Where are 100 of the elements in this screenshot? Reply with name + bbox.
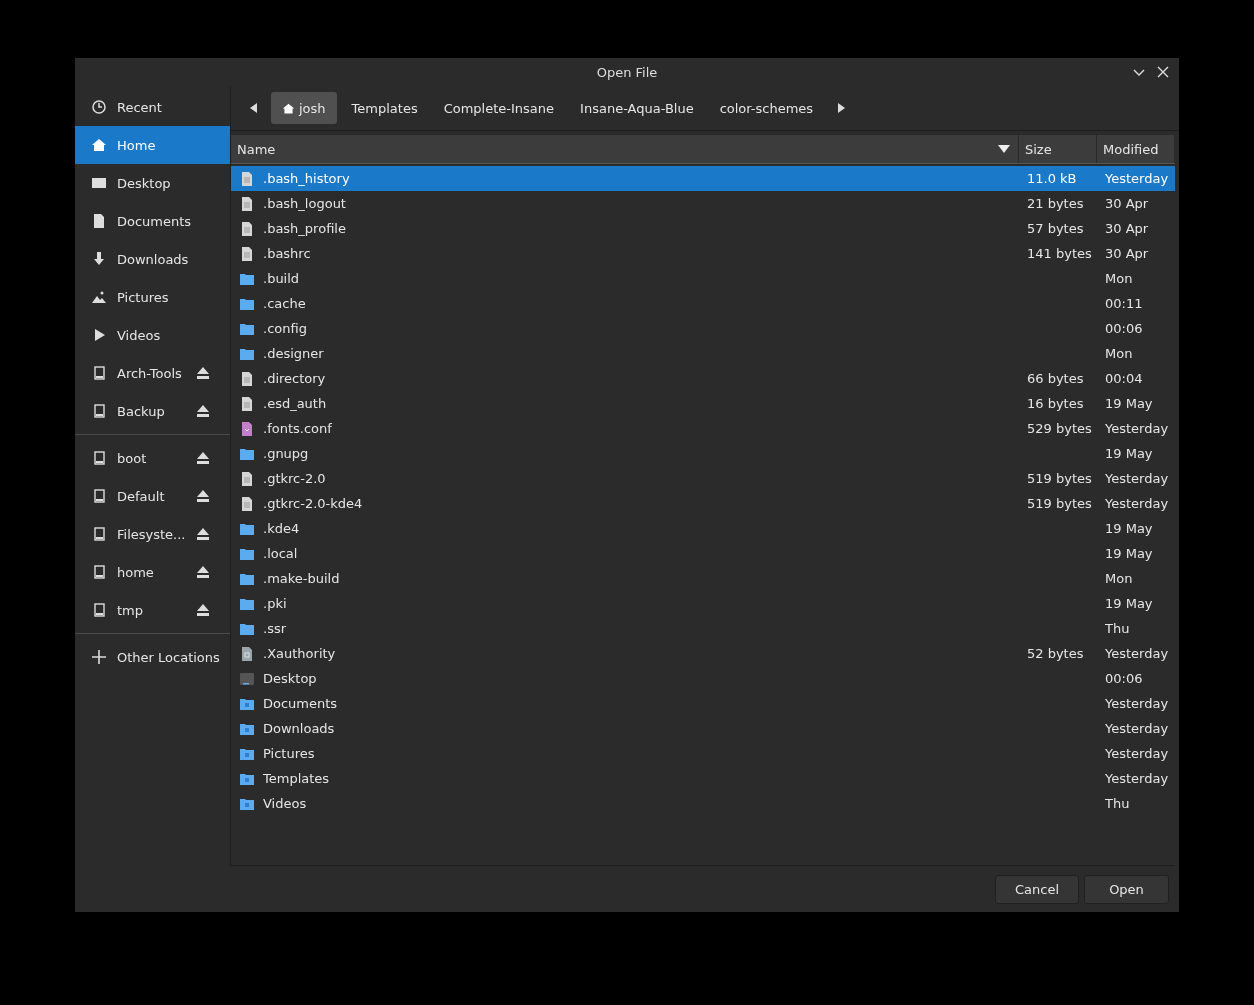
modified-date: Mon: [1104, 571, 1133, 586]
file-row[interactable]: .pki 19 May: [231, 591, 1175, 616]
eject-icon[interactable]: [196, 489, 210, 503]
path-crumb[interactable]: Complete-Insane: [432, 92, 566, 124]
sidebar-item[interactable]: tmp: [75, 591, 230, 629]
file-row[interactable]: .ssr Thu: [231, 616, 1175, 641]
file-size: 57 bytes: [1026, 221, 1084, 236]
close-icon[interactable]: [1155, 64, 1171, 80]
drive-icon: [91, 488, 107, 504]
file-row[interactable]: .bash_history 11.0 kB Yesterday: [231, 166, 1175, 191]
sidebar-item[interactable]: Backup: [75, 392, 230, 430]
modified-date: 30 Apr: [1104, 196, 1149, 211]
file-name: .fonts.conf: [263, 421, 332, 436]
modified-date: Thu: [1104, 796, 1130, 811]
file-name: .pki: [263, 596, 287, 611]
eject-icon[interactable]: [196, 366, 210, 380]
file-size: 519 bytes: [1026, 496, 1092, 511]
file-icon: [239, 245, 255, 262]
file-row[interactable]: .config 00:06: [231, 316, 1175, 341]
path-crumb[interactable]: color-schemes: [708, 92, 825, 124]
sidebar-item[interactable]: Desktop: [75, 164, 230, 202]
pictures-icon: [91, 289, 107, 305]
file-icon: [239, 495, 255, 512]
sort-arrow-icon: [998, 144, 1010, 154]
open-button[interactable]: Open: [1084, 874, 1169, 904]
modified-date: 19 May: [1104, 596, 1153, 611]
file-row[interactable]: .bash_profile 57 bytes 30 Apr: [231, 216, 1175, 241]
sidebar-item[interactable]: Videos: [75, 316, 230, 354]
sidebar-item[interactable]: Home: [75, 126, 230, 164]
eject-icon[interactable]: [196, 603, 210, 617]
file-row[interactable]: .Xauthority 52 bytes Yesterday: [231, 641, 1175, 666]
desktop-icon: [91, 175, 107, 191]
path-crumb[interactable]: Insane-Aqua-Blue: [569, 92, 705, 124]
sidebar-item[interactable]: Downloads: [75, 240, 230, 278]
document-icon: [91, 213, 107, 229]
file-name: Documents: [263, 696, 338, 711]
modified-date: 19 May: [1104, 521, 1153, 536]
file-row[interactable]: .gnupg 19 May: [231, 441, 1175, 466]
file-name: Templates: [263, 771, 330, 786]
modified-date: 00:06: [1104, 671, 1143, 686]
file-row[interactable]: .designer Mon: [231, 341, 1175, 366]
file-row[interactable]: .directory 66 bytes 00:04: [231, 366, 1175, 391]
path-crumb[interactable]: josh: [271, 92, 337, 124]
file-name: .make-build: [263, 571, 340, 586]
file-icon: [239, 195, 255, 212]
file-size: 529 bytes: [1026, 421, 1092, 436]
sidebar-item[interactable]: Other Locations: [75, 638, 230, 676]
path-crumb[interactable]: Templates: [340, 92, 429, 124]
sidebar-item[interactable]: Recent: [75, 88, 230, 126]
sidebar-item[interactable]: home: [75, 553, 230, 591]
size-column-header[interactable]: Size: [1019, 135, 1097, 163]
file-size: 141 bytes: [1026, 246, 1092, 261]
modified-date: 00:06: [1104, 321, 1143, 336]
modified-column-header[interactable]: Modified: [1097, 135, 1175, 163]
file-row[interactable]: .fonts.conf 529 bytes Yesterday: [231, 416, 1175, 441]
file-row[interactable]: Templates Yesterday: [231, 766, 1175, 791]
modified-date: 30 Apr: [1104, 246, 1149, 261]
name-column-header[interactable]: Name: [231, 135, 1019, 163]
file-name: .bash_logout: [263, 196, 346, 211]
drive-icon: [91, 602, 107, 618]
file-size: 16 bytes: [1026, 396, 1084, 411]
file-row[interactable]: Pictures Yesterday: [231, 741, 1175, 766]
drive-icon: [91, 450, 107, 466]
file-row[interactable]: Videos Thu: [231, 791, 1175, 816]
file-name: .build: [263, 271, 300, 286]
window-title: Open File: [596, 64, 658, 80]
file-row[interactable]: .build Mon: [231, 266, 1175, 291]
eject-icon[interactable]: [196, 565, 210, 579]
modified-date: Mon: [1104, 271, 1133, 286]
file-row[interactable]: .esd_auth 16 bytes 19 May: [231, 391, 1175, 416]
sidebar-item[interactable]: Documents: [75, 202, 230, 240]
file-row[interactable]: .local 19 May: [231, 541, 1175, 566]
file-row[interactable]: .gtkrc-2.0-kde4 519 bytes Yesterday: [231, 491, 1175, 516]
file-row[interactable]: Desktop 00:06: [231, 666, 1175, 691]
modified-date: Yesterday: [1104, 471, 1169, 486]
eject-icon[interactable]: [196, 451, 210, 465]
modified-date: 30 Apr: [1104, 221, 1149, 236]
sidebar-item[interactable]: Arch-Tools: [75, 354, 230, 392]
file-name: .Xauthority: [263, 646, 336, 661]
file-row[interactable]: .kde4 19 May: [231, 516, 1175, 541]
file-row[interactable]: Documents Yesterday: [231, 691, 1175, 716]
cancel-button[interactable]: Cancel: [995, 874, 1079, 904]
sidebar-item[interactable]: Pictures: [75, 278, 230, 316]
file-row[interactable]: .bashrc 141 bytes 30 Apr: [231, 241, 1175, 266]
sidebar-item[interactable]: Filesyste...: [75, 515, 230, 553]
eject-icon[interactable]: [196, 404, 210, 418]
file-row[interactable]: .bash_logout 21 bytes 30 Apr: [231, 191, 1175, 216]
sidebar-item[interactable]: boot: [75, 439, 230, 477]
file-name: .cache: [263, 296, 306, 311]
file-row[interactable]: .cache 00:11: [231, 291, 1175, 316]
file-row[interactable]: .make-build Mon: [231, 566, 1175, 591]
file-row[interactable]: .gtkrc-2.0 519 bytes Yesterday: [231, 466, 1175, 491]
file-row[interactable]: Downloads Yesterday: [231, 716, 1175, 741]
sidebar-item[interactable]: Default: [75, 477, 230, 515]
file-name: .config: [263, 321, 307, 336]
modified-date: Yesterday: [1104, 496, 1169, 511]
file-name: .bashrc: [263, 246, 311, 261]
eject-icon[interactable]: [196, 527, 210, 541]
file-name: .gtkrc-2.0-kde4: [263, 496, 363, 511]
file-name: .kde4: [263, 521, 300, 536]
